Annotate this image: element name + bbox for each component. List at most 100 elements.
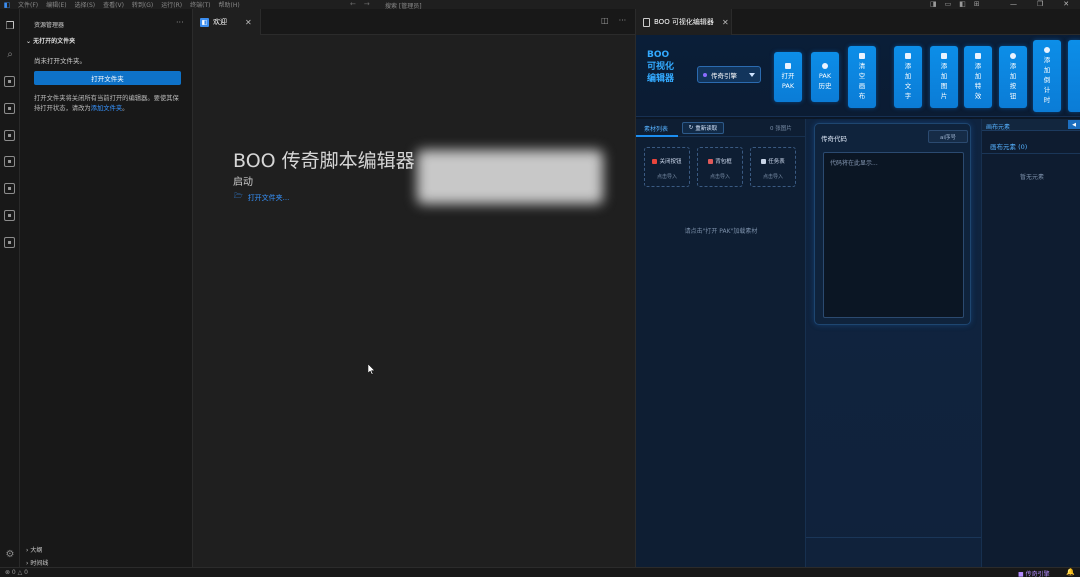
extension-2-icon[interactable]: ▪ [4,103,15,114]
more-actions-icon[interactable]: ··· [619,16,627,25]
menu-help[interactable]: 帮助(H) [218,0,239,9]
sidebar-more-icon[interactable]: ··· [176,18,184,27]
refresh-button[interactable]: ↻ 重新读取 [682,122,724,134]
add-effect-button[interactable]: 添加特效 [964,46,992,108]
pak-history-label: PAK历史 [818,72,832,90]
code-index-button[interactable]: ai序号 [928,130,968,143]
asset-sub: 点击导入 [656,174,677,180]
editor-group-2: BOO 可视化编辑器 ✕ BOO 可视化编辑器 传奇引擎 打开PAK PAK历史… [635,9,1080,567]
engine-select[interactable]: 传奇引擎 [697,66,761,83]
collapse-panel-button[interactable]: ◀ [1068,120,1080,129]
minimize-icon[interactable]: — [1010,0,1017,8]
canvas-elements-panel: 画布元素 ◀ 画布元素 (0) 暂无元素 [981,119,1080,567]
add-button-button[interactable]: 添加按钮 [999,46,1027,108]
mouse-cursor-icon [368,364,375,375]
tab-visual-editor-label: BOO 可视化编辑器 [654,18,714,26]
asset-count: 0 张图片 [770,126,792,132]
tab-asset-list[interactable]: 素材列表 [644,124,668,133]
add-countdown-button[interactable]: 添加倒计时 [1033,40,1061,112]
editor-actions: ◫ ··· [601,16,626,25]
nav-back-icon[interactable]: ← [350,0,356,8]
asset-card-close-button[interactable]: 关闭按钮 点击导入 [644,147,690,187]
sidebar-title: 资源管理器 [34,22,65,29]
code-placeholder: 代码将在此显示... [830,160,878,167]
add-text-button[interactable]: 添加文字 [894,46,922,108]
close-icon[interactable]: ✕ [245,18,252,27]
outline-section[interactable]: › 大纲 [26,545,42,554]
tab-bar-2: BOO 可视化编辑器 ✕ [636,9,1080,35]
tab-visual-editor[interactable]: BOO 可视化编辑器 ✕ [636,9,732,35]
toggle-secondary-sidebar-icon[interactable]: ◧ [959,0,966,8]
open-pak-label: 打开PAK [781,72,795,90]
nav-arrows: ← → [350,0,370,8]
menu-edit[interactable]: 编辑(E) [46,0,66,9]
settings-gear-icon[interactable]: ⚙ [3,547,17,561]
load-pak-hint: 请点击"打开 PAK"加载素材 [684,228,758,235]
divider [982,153,1080,154]
canvas-elements-header: 画布元素 ◀ [982,119,1080,131]
canvas-elements-count: 画布元素 (0) [990,143,1028,151]
extension-3-icon[interactable]: ▪ [4,130,15,141]
menu-go[interactable]: 转到(G) [132,0,153,9]
extension-5-icon[interactable]: ▪ [4,183,15,194]
menu-file[interactable]: 文件(F) [18,0,38,9]
welcome-tab-icon: ◧ [200,17,209,27]
add-image-button[interactable]: 添加图片 [930,46,958,108]
add-button-label: 添加按钮 [1009,62,1017,100]
tab-welcome[interactable]: ◧ 欢迎 ✕ [193,9,261,35]
asset-sub: 点击导入 [762,174,783,180]
menu-selection[interactable]: 选择(S) [75,0,96,9]
asset-label: 背包框 [715,159,732,165]
menu-bar: 文件(F) 编辑(E) 选择(S) 查看(V) 转到(G) 运行(R) 终端(T… [18,0,240,9]
menu-run[interactable]: 运行(R) [161,0,182,9]
notification-bell-icon[interactable]: 🔔 [1066,568,1075,576]
clear-canvas-button[interactable]: 清空画布 [848,46,876,108]
close-mark-icon [652,158,658,164]
menu-view[interactable]: 查看(V) [103,0,124,9]
pak-history-button[interactable]: PAK历史 [811,52,839,102]
search-icon[interactable]: ⌕ [3,47,17,61]
trash-icon [859,53,865,59]
open-folder-button[interactable]: 打开文件夹 [34,71,181,85]
asset-card-bag-frame[interactable]: 背包框 点击导入 [697,147,743,187]
engine-select-value: 传奇引擎 [711,71,737,80]
split-editor-icon[interactable]: ◫ [601,16,609,25]
extension-1-icon[interactable]: ▪ [4,76,15,87]
outline-label: 大纲 [30,547,43,554]
app-window: ◧ 文件(F) 编辑(E) 选择(S) 查看(V) 转到(G) 运行(R) 终端… [0,0,1080,577]
restore-icon[interactable]: ❐ [1037,0,1043,8]
command-center-search[interactable]: 搜索 [管理员] [385,1,635,10]
engine-status[interactable]: ■ 传奇引擎 [1018,569,1050,577]
file-icon [785,63,791,69]
nav-forward-icon[interactable]: → [364,0,370,8]
toggle-primary-sidebar-icon[interactable]: ◨ [930,0,937,8]
customize-layout-icon[interactable]: ⊞ [974,0,980,8]
asset-panel-header: 素材列表 ↻ 重新读取 0 张图片 [636,119,806,137]
extension-4-icon[interactable]: ▪ [4,156,15,167]
menu-terminal[interactable]: 终端(T) [190,0,210,9]
asset-card-task-list[interactable]: 任务表 点击导入 [750,147,796,187]
close-window-icon[interactable]: ✕ [1063,0,1069,8]
redacted-region [417,150,603,204]
code-output-area[interactable]: 代码将在此显示... [823,152,964,318]
refresh-icon: ↻ [688,125,694,131]
refresh-label: 重新读取 [695,126,718,132]
list-icon [761,158,767,164]
canvas-elements-title: 画布元素 [986,124,1011,131]
clear-canvas-label: 清空画布 [858,62,866,100]
open-pak-button[interactable]: 打开PAK [774,52,802,102]
problems-indicator[interactable]: ⊗ 0 △ 0 [5,569,28,576]
extension-6-icon[interactable]: ▪ [4,210,15,221]
extension-7-icon[interactable]: ▪ [4,237,15,248]
add-folder-link[interactable]: 添加文件夹 [91,105,122,112]
timeline-section[interactable]: › 时间线 [26,558,48,567]
open-folder-info: 打开文件夹将关闭所有当前打开的编辑器。要使其保持打开状态，请改为添加文件夹。 [34,94,184,113]
toolbar-overflow-button[interactable] [1068,40,1080,112]
explorer-icon[interactable]: ❐ [3,19,17,33]
close-icon[interactable]: ✕ [722,18,729,27]
start-heading: 启动 [233,177,253,188]
toggle-panel-icon[interactable]: ▭ [945,0,952,8]
window-controls: — ❐ ✕ [1010,0,1069,8]
no-folder-section[interactable]: ⌄ 无打开的文件夹 [26,36,75,45]
open-folder-link[interactable]: 🗁 打开文件夹... [234,192,289,203]
